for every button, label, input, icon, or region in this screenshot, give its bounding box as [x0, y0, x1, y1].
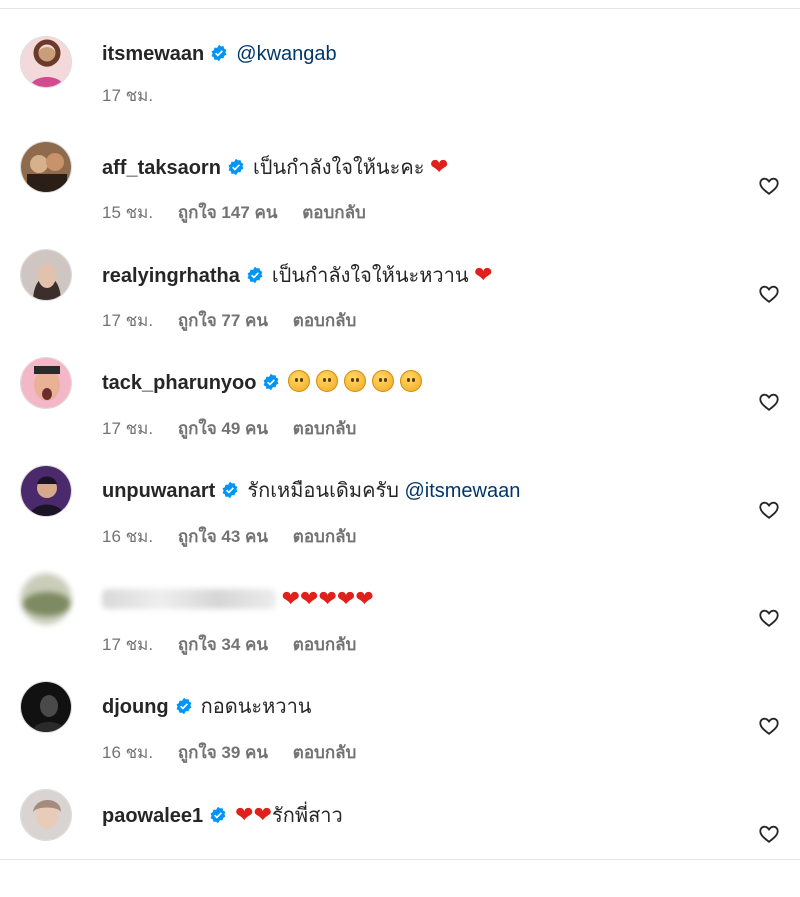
- avatar[interactable]: [20, 681, 72, 733]
- comment-text: รักเหมือนเดิมครับ: [247, 480, 399, 502]
- heart-emoji: ❤: [336, 586, 356, 611]
- verified-badge-icon: [210, 806, 226, 824]
- avatar-image: [21, 574, 71, 624]
- sad-face-emoji: [344, 370, 367, 392]
- avatar[interactable]: [20, 465, 72, 517]
- comment-item: paowalee1 ❤❤รักพี่สาว: [0, 789, 800, 897]
- avatar[interactable]: [20, 141, 72, 193]
- heart-outline-icon[interactable]: [758, 283, 780, 305]
- verified-badge-icon: [228, 158, 244, 176]
- comment-time[interactable]: 15 ชม.: [102, 203, 153, 222]
- heart-emoji: ❤: [281, 586, 300, 611]
- verified-badge-icon: [222, 481, 238, 499]
- blurred-username[interactable]: [102, 589, 276, 609]
- heart-emoji: ❤: [355, 586, 374, 611]
- comment-item: unpuwanart รักเหมือนเดิมครับ @itsmewaan 1…: [0, 465, 800, 573]
- reply-button[interactable]: ตอบกลับ: [293, 635, 357, 654]
- avatar[interactable]: [20, 36, 72, 88]
- sad-face-emoji: [400, 370, 423, 392]
- comment-likes[interactable]: ถูกใจ 43 คน: [178, 527, 268, 546]
- comment-likes[interactable]: ถูกใจ 39 คน: [178, 743, 268, 762]
- verified-badge-icon: [264, 373, 279, 391]
- heart-outline-icon[interactable]: [758, 175, 780, 197]
- avatar-image: [21, 790, 71, 840]
- comment-item: djoung กอดนะหวาน 16 ชม. ถูกใจ 39 คน ตอบกล…: [0, 681, 800, 789]
- avatar[interactable]: [20, 573, 72, 625]
- comment-text: รักพี่สาว: [272, 805, 343, 827]
- comment-item: aff_taksaorn เป็นกำลังใจให้นะคะ ❤ 15 ชม. …: [0, 141, 800, 249]
- heart-emoji: ❤: [253, 802, 273, 827]
- comment-text: เป็นกำลังใจให้นะคะ: [252, 157, 425, 179]
- heart-outline-icon[interactable]: [758, 607, 780, 629]
- comment-username[interactable]: tack_pharunyoo: [102, 372, 256, 394]
- comment-mention[interactable]: @kwangab: [236, 43, 336, 65]
- comment-time[interactable]: 16 ชม.: [102, 527, 153, 546]
- heart-outline-icon[interactable]: [758, 715, 780, 737]
- comment-likes[interactable]: ถูกใจ 34 คน: [178, 635, 268, 654]
- reply-button[interactable]: ตอบกลับ: [293, 419, 357, 438]
- top-divider: [0, 8, 800, 9]
- heart-emoji: ❤: [318, 586, 337, 611]
- comment-username[interactable]: unpuwanart: [102, 480, 215, 502]
- avatar[interactable]: [20, 249, 72, 301]
- comment-item: ❤❤❤❤❤ 17 ชม. ถูกใจ 34 คน ตอบกลับ: [0, 573, 800, 681]
- avatar-image: [21, 682, 71, 732]
- heart-emoji: ❤: [300, 586, 319, 611]
- reply-button[interactable]: ตอบกลับ: [293, 743, 357, 762]
- comment-item: itsmewaan @kwangab 17 ชม.: [0, 36, 800, 144]
- comment-time[interactable]: 17 ชม.: [102, 86, 153, 105]
- comment-username[interactable]: djoung: [102, 696, 169, 718]
- avatar-image: [21, 37, 71, 87]
- comment-username[interactable]: aff_taksaorn: [102, 157, 221, 179]
- comment-likes[interactable]: ถูกใจ 77 คน: [178, 311, 268, 330]
- comment-time[interactable]: 17 ชม.: [102, 635, 153, 654]
- verified-badge-icon: [176, 697, 192, 715]
- avatar[interactable]: [20, 357, 72, 409]
- verified-badge-icon: [247, 266, 263, 284]
- reply-button[interactable]: ตอบกลับ: [293, 527, 357, 546]
- comment-username[interactable]: realyingrhatha: [102, 265, 240, 287]
- comment-item: realyingrhatha เป็นกำลังใจให้นะหวาน ❤ 17 …: [0, 249, 800, 357]
- comment-username[interactable]: itsmewaan: [102, 43, 204, 65]
- comment-text: เป็นกำลังใจให้นะหวาน: [271, 265, 469, 287]
- comment-item: tack_pharunyoo 17 ชม. ถูกใจ 49 คน ตอบกลั…: [0, 357, 800, 465]
- comment-time[interactable]: 17 ชม.: [102, 311, 153, 330]
- sad-face-emoji: [372, 370, 395, 392]
- comment-likes[interactable]: ถูกใจ 49 คน: [178, 419, 268, 438]
- comment-time[interactable]: 17 ชม.: [102, 419, 153, 438]
- heart-outline-icon[interactable]: [758, 391, 780, 413]
- heart-emoji: ❤: [430, 154, 449, 179]
- comment-likes[interactable]: ถูกใจ 147 คน: [178, 203, 278, 222]
- heart-outline-icon[interactable]: [758, 499, 780, 521]
- comment-username[interactable]: paowalee1: [102, 805, 203, 827]
- sad-face-emoji: [316, 370, 339, 392]
- avatar-image: [21, 466, 71, 516]
- sad-face-emoji: [288, 370, 311, 392]
- avatar-image: [21, 358, 71, 408]
- reply-button[interactable]: ตอบกลับ: [293, 311, 357, 330]
- heart-outline-icon[interactable]: [758, 823, 780, 845]
- avatar-image: [21, 142, 71, 192]
- verified-badge-icon: [211, 44, 227, 62]
- heart-emoji: ❤: [235, 802, 254, 827]
- comment-mention[interactable]: @itsmewaan: [404, 480, 520, 502]
- reply-button[interactable]: ตอบกลับ: [302, 203, 366, 222]
- comment-time[interactable]: 16 ชม.: [102, 743, 153, 762]
- avatar-image: [21, 250, 71, 300]
- comment-text: กอดนะหวาน: [200, 696, 312, 718]
- heart-emoji: ❤: [474, 262, 493, 287]
- avatar[interactable]: [20, 789, 72, 841]
- bottom-divider: [0, 859, 800, 868]
